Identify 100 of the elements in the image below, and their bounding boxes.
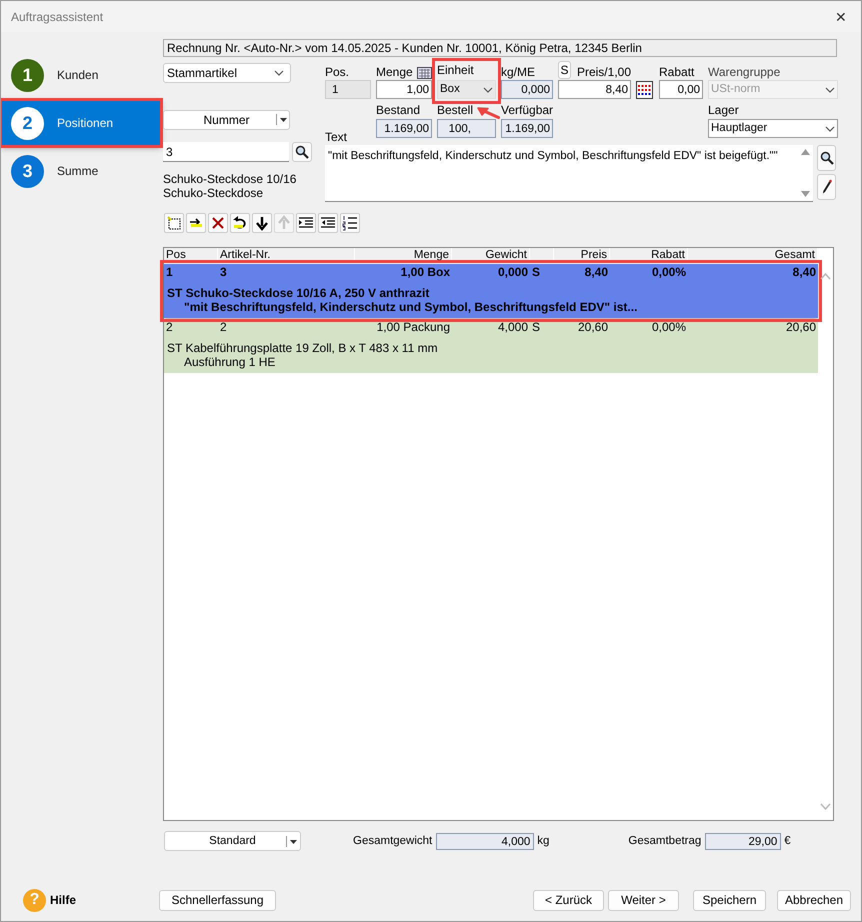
ordered-field[interactable]: 100, (437, 119, 496, 138)
unit-label: kg (537, 835, 550, 847)
article-name: Schuko-Steckdose 10/16 (163, 172, 298, 186)
close-button[interactable]: ✕ (835, 8, 847, 24)
dialog-button[interactable]: < Zurück (533, 890, 604, 910)
step-number: 2 (11, 106, 44, 140)
stock-field[interactable]: 1.169,00 (376, 119, 432, 138)
s-button[interactable]: S (558, 61, 571, 79)
search-button[interactable] (292, 142, 312, 162)
wizard-step[interactable]: 3 Summe (1, 148, 161, 194)
dialog-button[interactable]: Weiter > (608, 890, 679, 910)
quantity-field[interactable]: 1,00 (376, 80, 432, 99)
warehouse-dropdown[interactable]: Hauptlager (708, 119, 838, 138)
field-label: Preis/1,00 (576, 65, 631, 79)
article-number-cell-text: 3 (219, 264, 228, 280)
weight-field[interactable]: 0,000 (501, 80, 553, 99)
table-row[interactable]: 1 3 1,00 Box 0,000 S 8,40 0,00% 8,40 ST Schuko-Steckdose 10/16 A, 250 V anthrazit "mit Beschriftungsfeld, Kinderschutz und Symbol, Beschriftungsfeld EDV" ist... (164, 264, 818, 318)
article-source-dropdown[interactable]: Stammartikel (163, 63, 291, 83)
wizard-step[interactable]: 1 Kunden (1, 52, 161, 98)
position-cell-text: 1 (165, 264, 174, 280)
toolbar-button[interactable] (208, 213, 228, 233)
article-search-field[interactable]: 3 (163, 142, 289, 162)
discount-cell-text: 0,00% (650, 319, 687, 335)
scroll-up-icon[interactable] (820, 273, 830, 280)
step-label: Kunden (57, 68, 98, 82)
help-label[interactable]: Hilfe (50, 893, 76, 907)
chevron-down-icon (274, 70, 284, 76)
field-label: Pos. (325, 65, 350, 79)
abacus-icon[interactable] (636, 81, 653, 99)
toolbar-button[interactable] (186, 213, 206, 233)
quantity-cell-text: 1,00 Box (400, 264, 451, 280)
view-mode-button[interactable]: Standard (164, 831, 301, 851)
weight-cell-text: 4,000 (496, 319, 529, 335)
description-line: Ausführung 1 HE (183, 355, 276, 369)
search-mode-button[interactable]: Nummer (163, 110, 290, 130)
caret-icon (280, 118, 286, 122)
field-label: kg/ME (501, 65, 536, 79)
column-header[interactable]: Rabatt (610, 248, 688, 263)
column-header[interactable]: Gesamt (688, 248, 818, 263)
toolbar-button[interactable] (340, 213, 360, 233)
window-title: Auftragsassistent (11, 10, 104, 24)
toolbar-button[interactable] (296, 213, 316, 233)
column-header[interactable]: Pos (164, 248, 218, 263)
step-label: Positionen (57, 116, 114, 130)
unit-dropdown[interactable]: Box (437, 80, 496, 99)
step-label: Summe (57, 164, 98, 178)
price-cell-text: 20,60 (576, 319, 609, 335)
field-label: Bestand (376, 103, 422, 117)
edit-button[interactable] (817, 174, 836, 200)
discount-field[interactable]: 0,00 (659, 80, 703, 99)
chevron-down-icon (825, 86, 835, 92)
total-cell-text: 20,60 (784, 319, 817, 335)
toolbar-button[interactable] (230, 213, 250, 233)
unit-label: € (784, 835, 791, 847)
field-label: Rabatt (659, 65, 696, 79)
field-label: Menge (376, 65, 413, 79)
scroll-down-icon[interactable] (800, 191, 810, 197)
quantity-cell-text: 1,00 Packung (376, 319, 451, 335)
total-field: 29,00 (705, 832, 782, 850)
toolbar-button[interactable] (318, 213, 338, 233)
total-label: Gesamtbetrag (628, 835, 702, 847)
field-label: Bestell (437, 103, 474, 117)
field-label: Warengruppe (708, 65, 782, 79)
field-label: Einheit (437, 63, 474, 77)
column-header[interactable] (530, 248, 554, 263)
step-number: 3 (11, 154, 44, 188)
curved-arrow-icon (232, 215, 248, 231)
column-header[interactable]: Menge (355, 248, 452, 263)
arrow-down-icon (254, 215, 270, 231)
search-icon (820, 151, 834, 165)
dialog-button[interactable]: Abbrechen (777, 890, 851, 910)
flag-cell-text: S (531, 319, 542, 335)
article-name: Schuko-Steckdose (163, 186, 264, 200)
column-header[interactable]: Gewicht (452, 248, 530, 263)
total-field: 4,000 (436, 832, 534, 850)
dialog-button[interactable]: Speichern (693, 890, 766, 910)
toolbar-button[interactable] (164, 213, 184, 233)
step-number: 1 (11, 58, 44, 92)
position-field: 1 (325, 80, 371, 99)
arrow-up-icon (276, 215, 292, 231)
calculator-icon[interactable] (417, 67, 432, 79)
field-label: Text (325, 130, 348, 144)
toolbar-button[interactable] (252, 213, 272, 233)
article-number-cell-text: 2 (219, 319, 228, 335)
cross-icon (210, 215, 226, 231)
document-header: Rechnung Nr. <Auto-Nr.> vom 14.05.2025 - Kunden Nr. 10001, König Petra, 12345 Berlin (163, 39, 837, 57)
table-row[interactable]: 2 2 1,00 Packung 4,000 S 20,60 0,00% 20,60 ST Kabelführungsplatte 19 Zoll, B x T 483 x 11 mm Ausführung 1 HE (164, 319, 818, 373)
weight-cell-text: 0,000 (496, 264, 529, 280)
available-field[interactable]: 1.169,00 (501, 119, 553, 138)
scroll-up-icon[interactable] (800, 149, 810, 155)
column-header[interactable]: Preis (554, 248, 610, 263)
wizard-step[interactable]: 2 Positionen (1, 100, 161, 146)
dialog-button[interactable]: Schnellerfassung (159, 890, 276, 910)
column-header[interactable]: Artikel-Nr. (218, 248, 355, 263)
new-item-icon (166, 215, 182, 231)
description-line: ST Schuko-Steckdose 10/16 A, 250 V anthrazit (166, 286, 430, 300)
discount-cell-text: 0,00% (650, 264, 687, 280)
search-button[interactable] (817, 145, 836, 171)
chevron-down-icon (483, 86, 493, 92)
price-field[interactable]: 8,40 (558, 80, 631, 99)
